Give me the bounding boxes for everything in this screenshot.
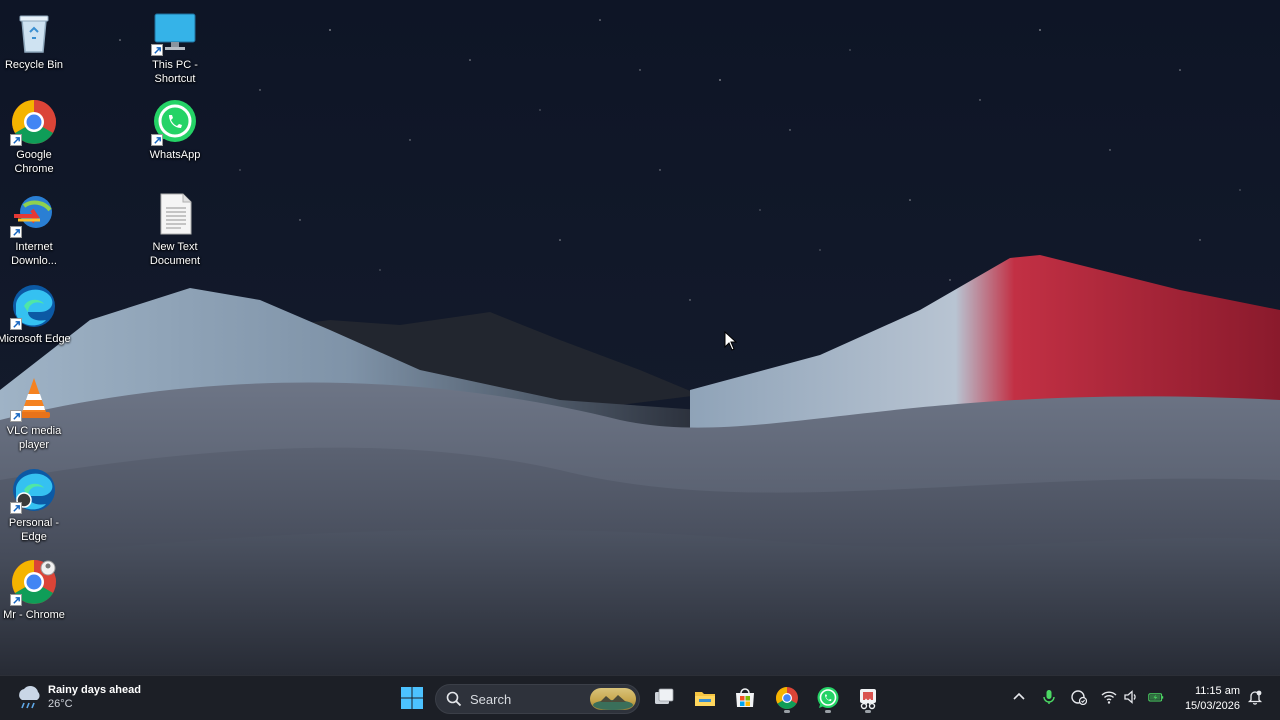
weather-temperature: 26°C — [48, 698, 73, 710]
snipping-tool-icon — [860, 689, 876, 710]
security-icon — [1071, 690, 1087, 705]
desktop-icon-google-chrome[interactable]: Google Chrome — [0, 98, 71, 176]
shortcut-arrow-icon — [10, 318, 22, 330]
desktop-icon-recycle-bin[interactable]: Recycle Bin — [0, 8, 71, 72]
store-icon — [736, 688, 754, 707]
taskbar-file-explorer[interactable] — [688, 682, 722, 714]
mouse-cursor-icon — [724, 330, 738, 351]
taskbar-google-chrome[interactable] — [770, 682, 804, 714]
notifications-button[interactable] — [1245, 687, 1265, 707]
start-button[interactable] — [395, 682, 429, 714]
chrome-profile-icon — [10, 558, 58, 606]
running-indicator — [825, 710, 831, 713]
desktop-icon-label: Mr - Chrome — [3, 609, 65, 621]
shortcut-arrow-icon — [151, 44, 163, 56]
clock-date: 15/03/2026 — [1184, 700, 1240, 712]
chrome-icon — [776, 687, 798, 709]
desktop-icon-internet-download-manager[interactable]: Internet Downlo... — [0, 190, 71, 268]
volume-icon — [1124, 690, 1136, 704]
search-icon — [446, 691, 462, 707]
taskbar-snipping-tool[interactable] — [851, 682, 885, 714]
taskbar: Rainy days ahead 26°C Search 11:15 am 15… — [0, 675, 1280, 720]
desktop-icon-this-pc[interactable]: This PC - Shortcut — [138, 8, 212, 86]
taskbar-whatsapp[interactable] — [811, 682, 845, 714]
shortcut-arrow-icon — [10, 502, 22, 514]
desktop-icon-mr-chrome[interactable]: Mr - Chrome — [0, 558, 71, 622]
task-view-icon — [655, 688, 674, 704]
internet-download-manager-icon — [10, 190, 58, 238]
clock-time: 11:15 am — [1194, 685, 1240, 697]
running-indicator — [784, 710, 790, 713]
whatsapp-icon — [151, 98, 199, 146]
shortcut-arrow-icon — [10, 226, 22, 238]
task-view-button[interactable] — [647, 682, 681, 714]
microphone-in-use-button[interactable] — [1039, 687, 1059, 707]
desktop-icon-new-text-document[interactable]: New Text Document — [138, 190, 212, 268]
this-pc-icon — [151, 8, 199, 56]
security-status-button[interactable] — [1069, 687, 1089, 707]
desktop-icon-label: VLC media player — [6, 425, 62, 451]
desktop-icon-label: New Text Document — [149, 241, 201, 267]
shortcut-arrow-icon — [151, 134, 163, 146]
volume-button[interactable] — [1121, 687, 1141, 707]
taskbar-search-box[interactable]: Search — [435, 684, 640, 714]
edge-icon — [10, 282, 58, 330]
search-placeholder: Search — [470, 691, 512, 707]
notification-bell-icon — [1247, 690, 1263, 705]
microphone-icon — [1043, 690, 1055, 704]
network-button[interactable] — [1099, 687, 1119, 707]
desktop-icon-label: Personal - Edge — [8, 517, 60, 543]
desktop-icon-label: Google Chrome — [14, 149, 54, 175]
weather-widget[interactable]: Rainy days ahead 26°C — [14, 682, 141, 712]
show-hidden-icons-button[interactable] — [1009, 687, 1029, 707]
desktop-icon-label: This PC - Shortcut — [152, 59, 198, 85]
edge-profile-icon — [10, 466, 58, 514]
taskbar-clock[interactable]: 11:15 am 15/03/2026 — [1185, 684, 1240, 714]
text-document-icon — [151, 190, 199, 238]
taskbar-microsoft-store[interactable] — [728, 682, 762, 714]
file-explorer-icon — [695, 692, 715, 706]
desktop-icon-label: Recycle Bin — [4, 59, 64, 71]
chrome-icon — [10, 98, 58, 146]
shortcut-arrow-icon — [10, 134, 22, 146]
shortcut-arrow-icon — [10, 594, 22, 606]
battery-button[interactable] — [1146, 687, 1166, 707]
chevron-up-icon — [1013, 692, 1025, 700]
whatsapp-icon — [817, 687, 839, 708]
desktop-icon-whatsapp[interactable]: WhatsApp — [138, 98, 212, 162]
rain-cloud-icon — [14, 682, 44, 712]
desktop-icon-vlc-media-player[interactable]: VLC media player — [0, 374, 71, 452]
desktop-icon-label: WhatsApp — [149, 149, 201, 161]
weather-title: Rainy days ahead — [48, 684, 141, 696]
desktop-icon-microsoft-edge[interactable]: Microsoft Edge — [0, 282, 71, 346]
desktop-icon-label: Microsoft Edge — [0, 333, 71, 345]
wifi-icon — [1101, 691, 1117, 704]
desktop-icon-label: Internet Downlo... — [11, 241, 57, 267]
vlc-icon — [10, 374, 58, 422]
recycle-bin-icon — [10, 8, 58, 56]
desktop-icon-personal-edge[interactable]: Personal - Edge — [0, 466, 71, 544]
search-highlight-illustration — [590, 688, 636, 710]
shortcut-arrow-icon — [10, 410, 22, 422]
running-indicator — [865, 710, 871, 713]
battery-charging-icon — [1148, 693, 1164, 702]
windows-start-icon — [401, 687, 423, 709]
